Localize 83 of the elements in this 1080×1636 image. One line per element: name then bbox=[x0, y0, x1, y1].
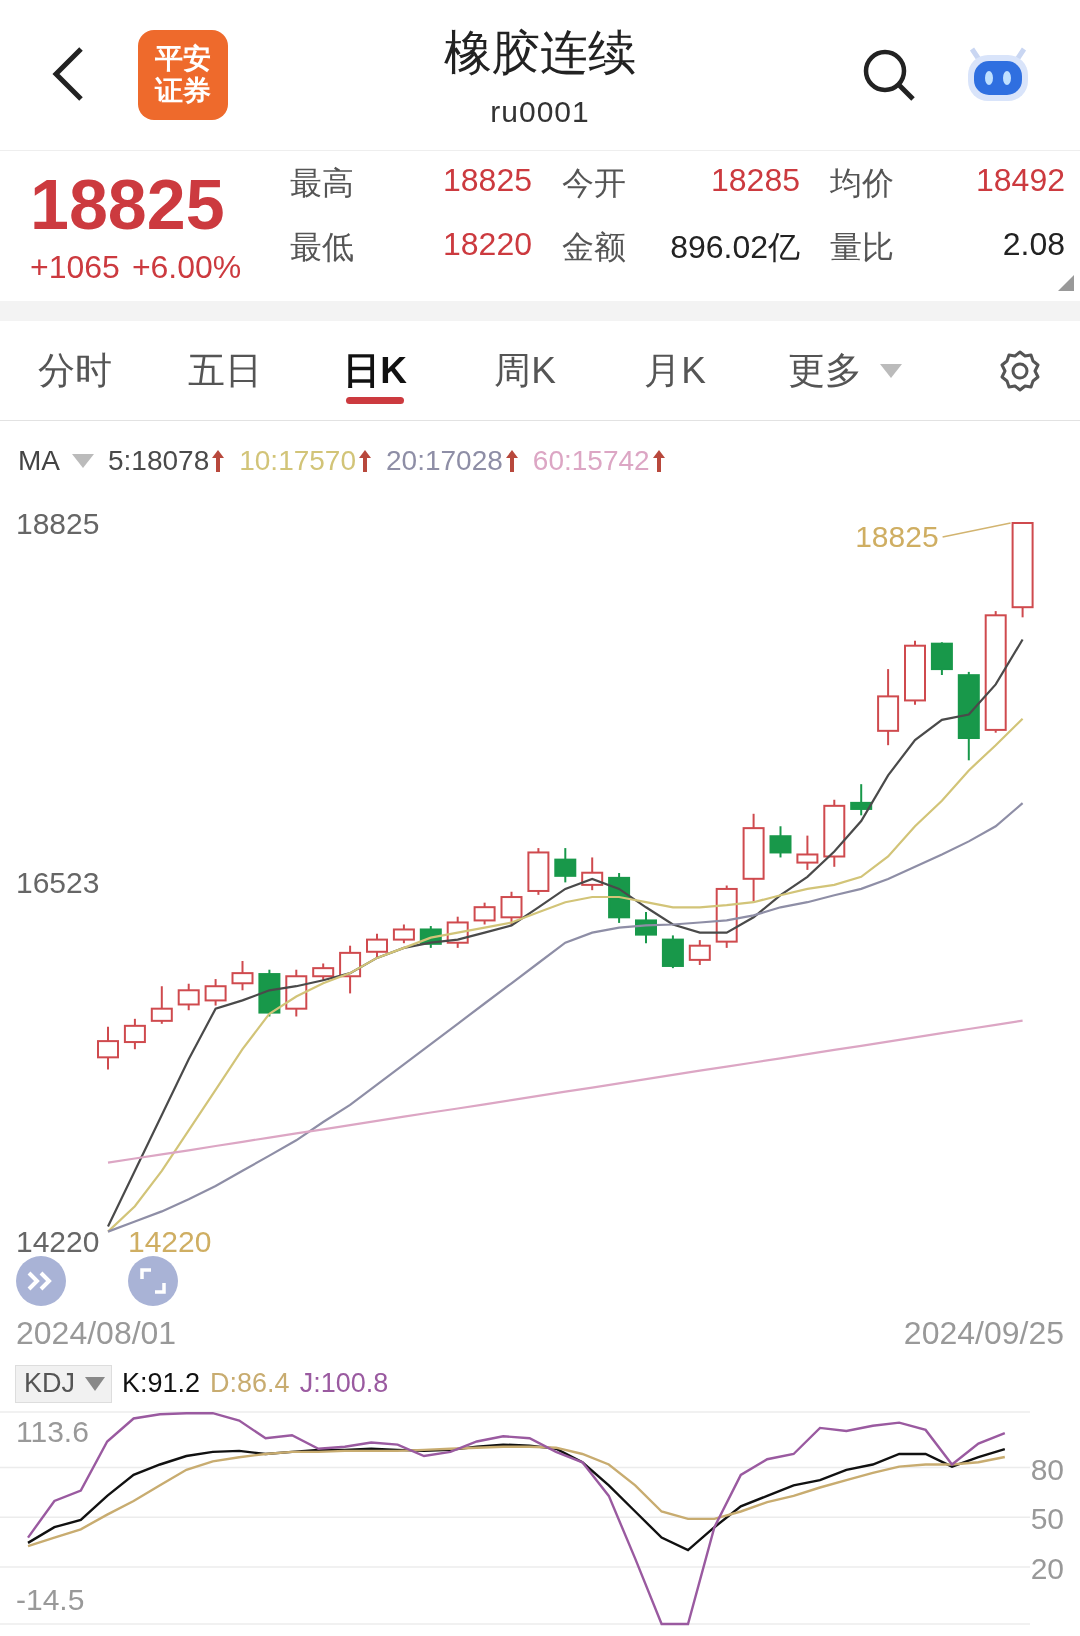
stat-label: 量比 bbox=[829, 228, 895, 267]
candlestick bbox=[823, 798, 846, 868]
candlestick bbox=[285, 968, 308, 1018]
search-icon bbox=[862, 48, 916, 102]
candlestick bbox=[258, 968, 281, 1018]
chart-period-tab[interactable]: 日K bbox=[300, 321, 450, 420]
candlestick bbox=[850, 783, 873, 817]
app-logo: 平安 证券 bbox=[138, 30, 228, 120]
scale-max-label: 113.6 bbox=[16, 1415, 89, 1448]
contract-code: ru0001 bbox=[490, 95, 590, 129]
axis-label: 50 bbox=[1030, 1502, 1064, 1536]
stat-label: 今开 bbox=[561, 164, 627, 203]
stat-label: 最低 bbox=[290, 228, 355, 267]
axis-label: 20 bbox=[1030, 1551, 1064, 1585]
candlestick bbox=[904, 639, 926, 706]
price-change: +1065 bbox=[30, 248, 120, 286]
moving-average-value: 10:17570 bbox=[239, 445, 356, 477]
chart-period-tab[interactable]: 分时 bbox=[0, 321, 150, 420]
candlestick bbox=[473, 901, 496, 926]
candlestick bbox=[581, 856, 604, 892]
chart-period-tab[interactable]: 月K bbox=[600, 321, 750, 420]
stat-value: 18825 bbox=[442, 162, 532, 200]
candlestick bbox=[796, 834, 819, 871]
caret-icon bbox=[880, 363, 902, 378]
axis-label: 14220 bbox=[16, 1225, 100, 1258]
candlestick bbox=[392, 923, 415, 945]
candlestick bbox=[661, 934, 684, 970]
stat-value: 896.02亿 bbox=[669, 228, 800, 267]
candlestick bbox=[930, 641, 953, 676]
settings-icon bbox=[998, 348, 1042, 393]
chart-period-tab[interactable]: 周K bbox=[450, 321, 600, 420]
candlestick bbox=[231, 959, 254, 992]
candlestick bbox=[150, 985, 173, 1025]
stat-value: 18492 bbox=[975, 162, 1065, 200]
stat-value: 18285 bbox=[710, 162, 800, 200]
moving-average-value: 60:15742 bbox=[532, 445, 650, 477]
caret-icon bbox=[85, 1376, 105, 1391]
moving-average-value: 20:17028 bbox=[386, 445, 503, 477]
candlestick bbox=[366, 932, 388, 959]
stat-value: 18220 bbox=[442, 226, 532, 264]
candlestick bbox=[635, 911, 657, 945]
candlestick bbox=[446, 915, 469, 949]
stat-value: 2.08 bbox=[1001, 226, 1065, 264]
axis-label: 18825 bbox=[16, 507, 100, 540]
chart-period-tab[interactable]: 更多 bbox=[750, 321, 940, 420]
candlestick bbox=[554, 847, 577, 884]
stat-label: 最高 bbox=[290, 164, 355, 203]
percent-change: +6.00% bbox=[131, 248, 242, 286]
min-price-label: 14220 bbox=[128, 1225, 212, 1258]
stat-label: 金额 bbox=[561, 228, 627, 267]
corner-brackets-icon bbox=[139, 1267, 167, 1295]
max-price-label: 18825 bbox=[855, 520, 939, 553]
candlestick bbox=[123, 1017, 146, 1051]
date-label: 2024/08/01 bbox=[16, 1315, 177, 1352]
scale-min-label: -14.5 bbox=[16, 1583, 85, 1616]
candlestick bbox=[312, 962, 335, 982]
axis-label: 16523 bbox=[16, 865, 100, 899]
search-button[interactable] bbox=[862, 48, 916, 102]
candlestick bbox=[339, 944, 362, 995]
chart-period-tab[interactable]: 五日 bbox=[150, 321, 300, 420]
candlestick bbox=[608, 872, 631, 924]
back-icon bbox=[51, 45, 85, 102]
caret-icon bbox=[72, 454, 94, 468]
candlestick bbox=[769, 825, 792, 859]
candlestick bbox=[97, 1025, 119, 1071]
date-label: 2024/09/25 bbox=[903, 1315, 1064, 1352]
corner-triangle-icon bbox=[1058, 275, 1074, 291]
leader-line bbox=[941, 522, 1012, 538]
indicator-selector[interactable]: MA bbox=[18, 445, 94, 477]
candlestick bbox=[419, 925, 442, 949]
indicator-value: D:86.4 bbox=[210, 1368, 290, 1399]
candlestick bbox=[688, 939, 711, 967]
page-title: 橡胶连续 bbox=[444, 25, 636, 81]
stat-label: 均价 bbox=[829, 164, 895, 203]
moving-average-value: 5:18078 bbox=[108, 445, 210, 477]
indicator-dropdown[interactable]: KDJ bbox=[15, 1364, 112, 1403]
last-price: 18825 bbox=[30, 166, 226, 243]
settings-button[interactable] bbox=[998, 348, 1042, 393]
axis-label: 80 bbox=[1030, 1452, 1064, 1486]
indicator-value: K:91.2 bbox=[122, 1368, 201, 1399]
candlestick bbox=[177, 982, 200, 1012]
candlestick bbox=[204, 978, 227, 1007]
indicator-value: J:100.8 bbox=[299, 1368, 389, 1399]
